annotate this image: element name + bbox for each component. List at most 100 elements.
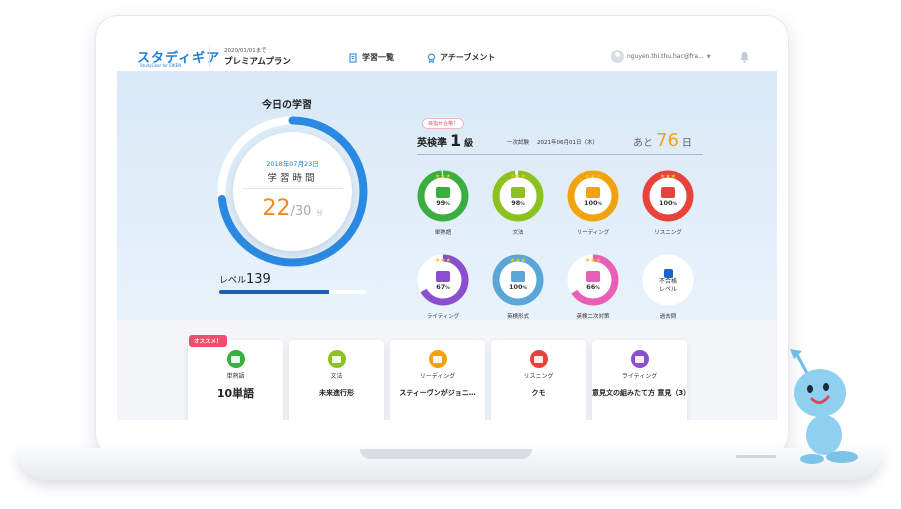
skill-percent-value: 98 — [511, 199, 521, 207]
card-category: ライティング — [621, 373, 658, 380]
grammar-cards-icon — [327, 350, 346, 368]
skill-percent: 66% — [586, 283, 600, 291]
skill-percent: 100% — [509, 283, 527, 291]
card-title: 意見文の組みたて方 意見（3） — [592, 389, 691, 397]
skill-percent-value: 66 — [586, 283, 596, 291]
goal-badge: 目指せ合格！ — [422, 118, 465, 129]
header-divider — [209, 47, 210, 67]
book-icon — [586, 187, 600, 198]
skill-percent-value: 100 — [658, 199, 673, 207]
medal-icon — [428, 53, 435, 63]
skill-percent: 100% — [659, 199, 677, 207]
vocabulary-card-icon — [226, 350, 245, 368]
skill-percent: 98% — [511, 199, 525, 207]
percent-sign: % — [445, 202, 450, 207]
laptop-notch — [360, 449, 532, 459]
recommended-card[interactable]: リスニング クモ — [491, 340, 586, 420]
card-category: リスニング — [523, 373, 554, 380]
writing-document-icon — [630, 350, 649, 368]
plan-expiry: 2020/01/01まで — [224, 48, 267, 54]
recommended-card[interactable]: リーディングスティーヴンがジョニ… — [390, 340, 485, 420]
skill-label: 英検形式 — [506, 314, 529, 320]
first-exam-date: 2021年06月01日（木） — [537, 140, 598, 146]
card-title: クモ — [531, 389, 546, 397]
fail-level-text: 不合格 — [658, 277, 677, 285]
skill-inner: 不合格 レベル — [651, 263, 685, 297]
skill-2[interactable]: ★★★ 98% 文法 — [492, 170, 552, 250]
skill-label: 過去問 — [659, 314, 677, 320]
skill-percent-value: 67 — [436, 283, 446, 291]
recommended-card[interactable]: ライティング意見文の組みたて方 意見（3） — [592, 340, 691, 420]
user-menu[interactable]: nguyen.thi.thu.hac@fra... ▼ — [611, 50, 711, 63]
level-progress-fill — [219, 290, 330, 294]
pencil-icon — [511, 271, 525, 282]
level-text: レベル — [219, 276, 247, 286]
nav-study-list[interactable]: 学習一覧 — [349, 52, 394, 63]
skill-percent-value: 100 — [583, 199, 598, 207]
writing-document-icon — [436, 271, 450, 282]
percent-sign: % — [520, 202, 525, 207]
nav-achievement-label: アチーブメント — [440, 53, 496, 62]
app-screen: スタディギア StudyGear for EIKEN 2020/01/01まで … — [117, 42, 777, 420]
grammar-cards-icon — [511, 187, 525, 198]
card-category: 文法 — [330, 373, 343, 380]
nav-achievement[interactable]: アチーブメント — [427, 52, 495, 63]
percent-sign: % — [445, 286, 450, 291]
skill-1[interactable]: ★★★ 99% 単熟語 — [417, 170, 477, 250]
card-title: スティーヴンがジョニ… — [399, 389, 476, 397]
nav-study-list-label: 学習一覧 — [362, 53, 394, 62]
skill-label: ライティング — [426, 314, 460, 320]
study-time-ring: 2018年07月23日 学習時間 22/30 分 — [215, 114, 370, 269]
countdown-prefix: あと — [633, 138, 653, 149]
skill-grid: ★★★ 99% 単熟語 ★★★ 98% 文法 ★★★ 100% リーディング ★★★ 100% リスニ… — [417, 170, 707, 330]
app-header: スタディギア StudyGear for EIKEN 2020/01/01まで … — [117, 42, 777, 72]
exam-countdown: あと 76 日 — [633, 130, 692, 151]
recommended-badge: オススメ！ — [189, 335, 227, 347]
percent-sign: % — [672, 202, 678, 207]
level-number: 139 — [246, 272, 271, 287]
skill-inner: 66% — [576, 263, 610, 297]
recommended-card[interactable]: 文法 未来進行形 — [289, 340, 384, 420]
skill-4[interactable]: ★★★ 100% リスニング — [642, 170, 702, 250]
minutes-goal: /30 — [290, 204, 312, 219]
minutes-unit: 分 — [316, 210, 323, 217]
vocabulary-card-icon — [436, 187, 450, 198]
bell-icon[interactable] — [739, 51, 750, 63]
skill-inner: 100% — [576, 179, 610, 213]
recommended-card[interactable]: 単熟語 10単語 — [188, 340, 283, 420]
study-date: 2018年07月23日 — [266, 160, 319, 168]
level-label: レベル139 — [219, 272, 271, 287]
skill-inner: 100% — [501, 263, 535, 297]
card-category: リーディング — [419, 373, 456, 380]
past-exam-icon — [663, 268, 673, 278]
minutes-done: 22 — [262, 196, 291, 221]
card-category: 単熟語 — [226, 373, 245, 380]
study-time-card — [233, 132, 352, 251]
percent-sign: % — [597, 202, 603, 207]
skill-percent-value: 100 — [508, 283, 523, 291]
percent-sign: % — [595, 286, 600, 291]
book-icon — [428, 350, 447, 368]
exam-grade-number: 1 — [450, 131, 462, 150]
percent-sign: % — [522, 286, 528, 291]
skill-inner: 100% — [651, 179, 685, 213]
document-list-icon — [349, 53, 357, 62]
exam-grade: 英検準 1 級 — [417, 131, 473, 150]
skill-percent: 100% — [584, 199, 602, 207]
exam-grade-unit: 級 — [464, 139, 474, 149]
avatar — [611, 50, 624, 63]
chevron-down-icon: ▼ — [706, 53, 711, 60]
laptop-slit — [736, 455, 776, 458]
skill-label: リスニング — [654, 230, 682, 236]
ear-icon — [529, 350, 548, 368]
skill-label: 英検二次対策 — [576, 314, 610, 320]
skill-3[interactable]: ★★★ 100% リーディング — [567, 170, 627, 250]
recommended-area: オススメ！ 単熟語 10単語 文法 未来進行形 リーディング スティーヴンがジョニ… リスニ… — [117, 320, 777, 420]
skill-label: 単熟語 — [434, 230, 452, 236]
days-left: 76 — [656, 130, 679, 151]
skill-percent: 67% — [436, 283, 450, 291]
skill-label: リーディング — [576, 230, 610, 236]
study-panel: 今日の学習 2018年07月23日 学習時間 22/30 分 レベル139 目指… — [117, 72, 777, 320]
divider — [243, 188, 343, 189]
user-email: nguyen.thi.thu.hac@fra... — [627, 53, 704, 60]
